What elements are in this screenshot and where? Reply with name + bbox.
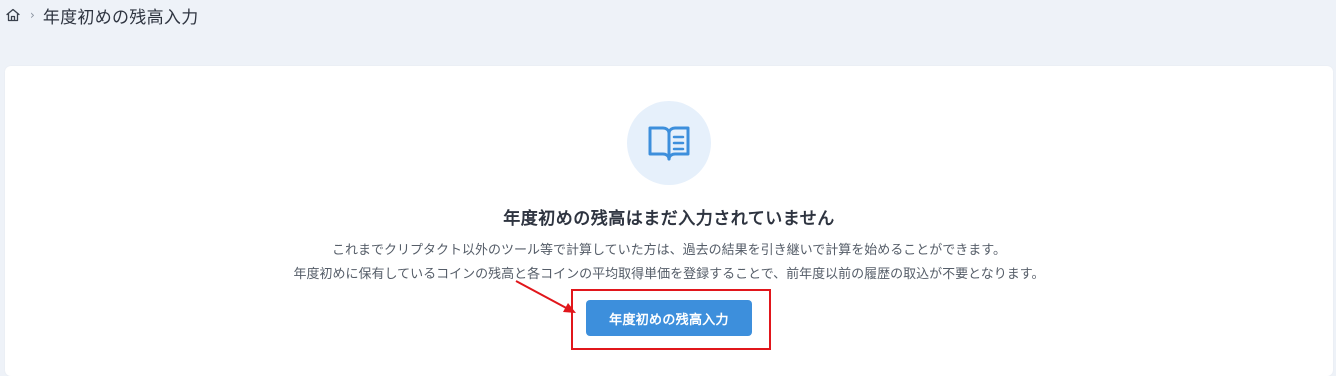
empty-state-title: 年度初めの残高はまだ入力されていません xyxy=(503,209,835,229)
empty-state-description-line2: 年度初めに保有しているコインの残高と各コインの平均取得単価を登録することで、前年… xyxy=(293,267,1045,282)
breadcrumb-separator: › xyxy=(30,8,35,22)
breadcrumb-current-page: 年度初めの残高入力 xyxy=(42,7,199,28)
empty-state-description-line1: これまでクリプタクト以外のツール等で計算していた方は、過去の結果を引き継いで計算… xyxy=(332,243,1006,258)
home-icon[interactable] xyxy=(4,6,22,24)
book-icon-circle xyxy=(627,101,711,185)
breadcrumb: › 年度初めの残高入力 xyxy=(4,2,199,28)
opening-balance-input-button[interactable]: 年度初めの残高入力 xyxy=(586,300,752,336)
book-open-icon xyxy=(648,126,690,161)
